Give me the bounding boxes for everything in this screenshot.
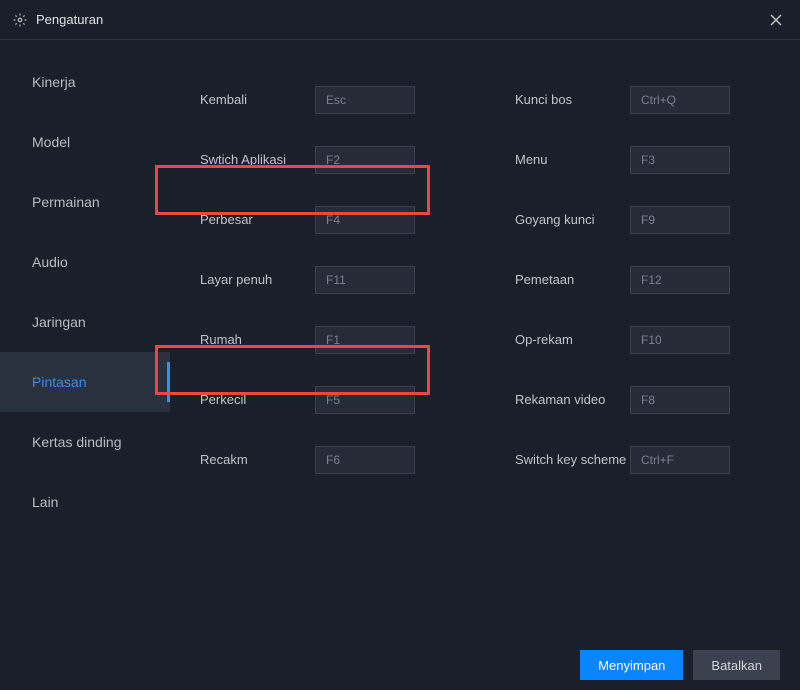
shortcut-label: Kunci bos — [515, 92, 630, 109]
shortcut-row: Menu — [515, 130, 790, 190]
shortcut-input-kembali[interactable] — [315, 86, 415, 114]
save-button[interactable]: Menyimpan — [580, 650, 683, 680]
shortcut-input-switch-aplikasi[interactable] — [315, 146, 415, 174]
shortcut-label: Menu — [515, 152, 630, 169]
shortcut-input-recakm[interactable] — [315, 446, 415, 474]
shortcut-label: Switch key scheme — [515, 452, 630, 469]
shortcut-input-rumah[interactable] — [315, 326, 415, 354]
shortcut-input-perkecil[interactable] — [315, 386, 415, 414]
shortcut-input-goyang-kunci[interactable] — [630, 206, 730, 234]
sidebar-item-label: Audio — [32, 254, 68, 270]
sidebar: Kinerja Model Permainan Audio Jaringan P… — [0, 40, 170, 640]
sidebar-item-jaringan[interactable]: Jaringan — [0, 292, 170, 352]
sidebar-item-label: Pintasan — [32, 374, 86, 390]
sidebar-item-lain[interactable]: Lain — [0, 472, 170, 532]
shortcut-input-layar-penuh[interactable] — [315, 266, 415, 294]
shortcut-input-switch-key-scheme[interactable] — [630, 446, 730, 474]
sidebar-item-label: Permainan — [32, 194, 100, 210]
shortcut-label: Rekaman video — [515, 392, 630, 409]
shortcut-row: Swtich Aplikasi — [200, 130, 475, 190]
sidebar-item-kinerja[interactable]: Kinerja — [0, 52, 170, 112]
shortcut-label: Perbesar — [200, 212, 315, 229]
shortcut-row: Op-rekam — [515, 310, 790, 370]
shortcut-row: Recakm — [200, 430, 475, 490]
shortcut-row: Pemetaan — [515, 250, 790, 310]
shortcut-row: Rumah — [200, 310, 475, 370]
shortcut-input-perbesar[interactable] — [315, 206, 415, 234]
shortcut-row: Kunci bos — [515, 70, 790, 130]
shortcut-row: Goyang kunci — [515, 190, 790, 250]
sidebar-item-kertas-dinding[interactable]: Kertas dinding — [0, 412, 170, 472]
shortcut-input-rekaman-video[interactable] — [630, 386, 730, 414]
sidebar-item-label: Lain — [32, 494, 58, 510]
shortcut-label: Recakm — [200, 452, 315, 469]
shortcuts-grid: Kembali Kunci bos Swtich Aplikasi Menu P… — [200, 70, 790, 490]
sidebar-item-permainan[interactable]: Permainan — [0, 172, 170, 232]
shortcut-label: Perkecil — [200, 392, 315, 409]
close-icon[interactable] — [764, 8, 788, 32]
shortcut-row: Perbesar — [200, 190, 475, 250]
shortcut-label: Pemetaan — [515, 272, 630, 289]
sidebar-item-label: Kinerja — [32, 74, 76, 90]
shortcut-label: Layar penuh — [200, 272, 315, 289]
shortcut-input-pemetaan[interactable] — [630, 266, 730, 294]
sidebar-item-pintasan[interactable]: Pintasan — [0, 352, 170, 412]
sidebar-item-label: Kertas dinding — [32, 434, 122, 450]
shortcut-label: Goyang kunci — [515, 212, 630, 229]
shortcut-label: Op-rekam — [515, 332, 630, 349]
titlebar: Pengaturan — [0, 0, 800, 40]
sidebar-item-audio[interactable]: Audio — [0, 232, 170, 292]
shortcut-input-kunci-bos[interactable] — [630, 86, 730, 114]
gear-icon — [12, 12, 28, 28]
main: Kinerja Model Permainan Audio Jaringan P… — [0, 40, 800, 640]
shortcut-label: Kembali — [200, 92, 315, 109]
shortcut-label: Rumah — [200, 332, 315, 349]
shortcut-row: Kembali — [200, 70, 475, 130]
cancel-button[interactable]: Batalkan — [693, 650, 780, 680]
sidebar-item-label: Jaringan — [32, 314, 86, 330]
shortcut-label: Swtich Aplikasi — [200, 152, 315, 169]
shortcut-row: Switch key scheme — [515, 430, 790, 490]
sidebar-item-model[interactable]: Model — [0, 112, 170, 172]
shortcut-input-menu[interactable] — [630, 146, 730, 174]
shortcut-row: Layar penuh — [200, 250, 475, 310]
content-pane: Kembali Kunci bos Swtich Aplikasi Menu P… — [170, 40, 800, 640]
shortcut-row: Perkecil — [200, 370, 475, 430]
window-title: Pengaturan — [36, 12, 764, 27]
shortcut-input-op-rekam[interactable] — [630, 326, 730, 354]
shortcut-row: Rekaman video — [515, 370, 790, 430]
sidebar-item-label: Model — [32, 134, 70, 150]
footer: Menyimpan Batalkan — [0, 640, 800, 690]
